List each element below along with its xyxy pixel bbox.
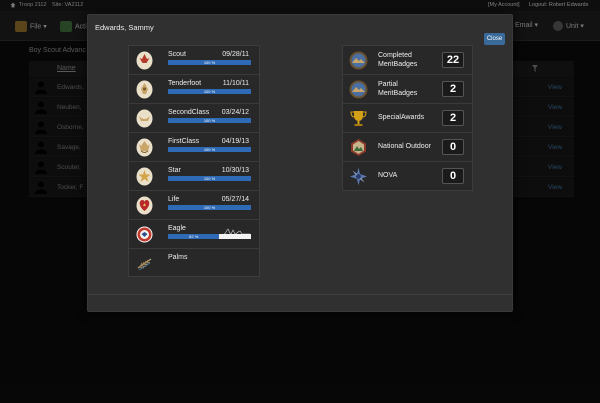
close-button[interactable]: Close	[484, 33, 505, 45]
award-label: NOVA	[378, 172, 398, 179]
rank-row-secondclass: SecondClass 03/24/12 100 %	[129, 104, 259, 133]
award-row-specialawards: SpecialAwards 2	[343, 104, 472, 133]
award-count: 2	[442, 81, 464, 97]
rank-progress-label: 100 %	[203, 88, 216, 94]
rank-progress-label: 100 %	[203, 146, 216, 152]
rank-name: Scout	[168, 51, 186, 58]
award-row-national-outdoor: National Outdoor 0	[343, 133, 472, 162]
palms-icon	[137, 258, 152, 271]
scout-badge-icon	[136, 51, 153, 70]
rank-row-firstclass: FirstClass 04/19/13 100 %	[129, 133, 259, 162]
firstclass-badge-icon	[136, 138, 153, 157]
award-label: Partial MeritBadges	[378, 81, 418, 97]
trophy-icon	[350, 111, 367, 126]
rank-name: Tenderfoot	[168, 80, 202, 87]
life-badge-icon	[136, 196, 153, 215]
rank-row-scout: Scout 09/28/11 100 %	[129, 46, 259, 75]
rank-row-tenderfoot: Tenderfoot 11/10/11 100 %	[129, 75, 259, 104]
scout-progress-dialog: Edwards, Sammy Close Scout 09/28/11 100 …	[87, 14, 513, 312]
merit-badge-icon	[349, 51, 368, 70]
rank-progress-label: 100 %	[203, 117, 216, 123]
eagle-badge-icon	[136, 226, 153, 243]
rank-date: 03/24/12	[221, 109, 249, 116]
rank-progress-label: 100 %	[203, 59, 216, 65]
rank-progress-label: 100 %	[203, 204, 216, 210]
rank-progress-bar: 100 %	[168, 60, 251, 65]
rank-progress-label: 100 %	[203, 175, 216, 181]
merit-badge-icon	[349, 80, 368, 99]
rank-progress-label: 62 %	[189, 233, 199, 239]
rank-progress-bar: 100 %	[168, 176, 251, 181]
award-label: SpecialAwards	[378, 114, 425, 121]
rank-date: 05/27/14	[221, 196, 249, 203]
rank-progress-bar: 100 %	[168, 89, 251, 94]
nova-icon	[350, 167, 367, 186]
rank-name: Eagle	[168, 225, 186, 232]
rank-progress-bar: 100 %	[168, 118, 251, 123]
rank-name: Life	[168, 196, 180, 203]
rank-list: Scout 09/28/11 100 % Tenderfoot 11/10/11…	[128, 45, 260, 277]
rank-name: FirstClass	[168, 138, 200, 145]
national-outdoor-icon	[351, 139, 366, 156]
rank-date: 11/10/11	[222, 80, 249, 87]
award-row-nova: NOVA 0	[343, 162, 472, 191]
award-count: 2	[442, 110, 464, 126]
award-count: 22	[442, 52, 464, 68]
rank-progress-bar: 100 %	[168, 147, 251, 152]
award-label: Completed MeritBadges	[378, 52, 418, 68]
rank-name: Star	[168, 167, 181, 174]
rank-name: Palms	[168, 254, 188, 261]
dialog-footer-divider	[88, 294, 512, 295]
rank-progress-bar: 62 %	[168, 234, 251, 239]
rank-row-eagle: Eagle 62 %	[129, 220, 259, 249]
award-row-partial-meritbadges: Partial MeritBadges 2	[343, 75, 472, 104]
secondclass-badge-icon	[136, 109, 153, 128]
rank-date: 09/28/11	[222, 51, 249, 58]
rank-name: SecondClass	[168, 109, 210, 116]
award-row-completed-meritbadges: Completed MeritBadges 22	[343, 46, 472, 75]
award-count: 0	[442, 139, 464, 155]
rank-date: 04/19/13	[221, 138, 249, 145]
rank-progress-bar: 100 %	[168, 205, 251, 210]
awards-list: Completed MeritBadges 22 Partial MeritBa…	[342, 45, 473, 191]
star-badge-icon	[136, 167, 153, 186]
rank-date: 10/30/13	[221, 167, 249, 174]
rank-row-palms: Palms	[129, 249, 259, 278]
award-count: 0	[442, 168, 464, 184]
award-label: National Outdoor	[378, 143, 431, 150]
rank-row-life: Life 05/27/14 100 %	[129, 191, 259, 220]
dialog-title: Edwards, Sammy	[95, 23, 154, 32]
rank-row-star: Star 10/30/13 100 %	[129, 162, 259, 191]
tenderfoot-badge-icon	[136, 80, 153, 99]
